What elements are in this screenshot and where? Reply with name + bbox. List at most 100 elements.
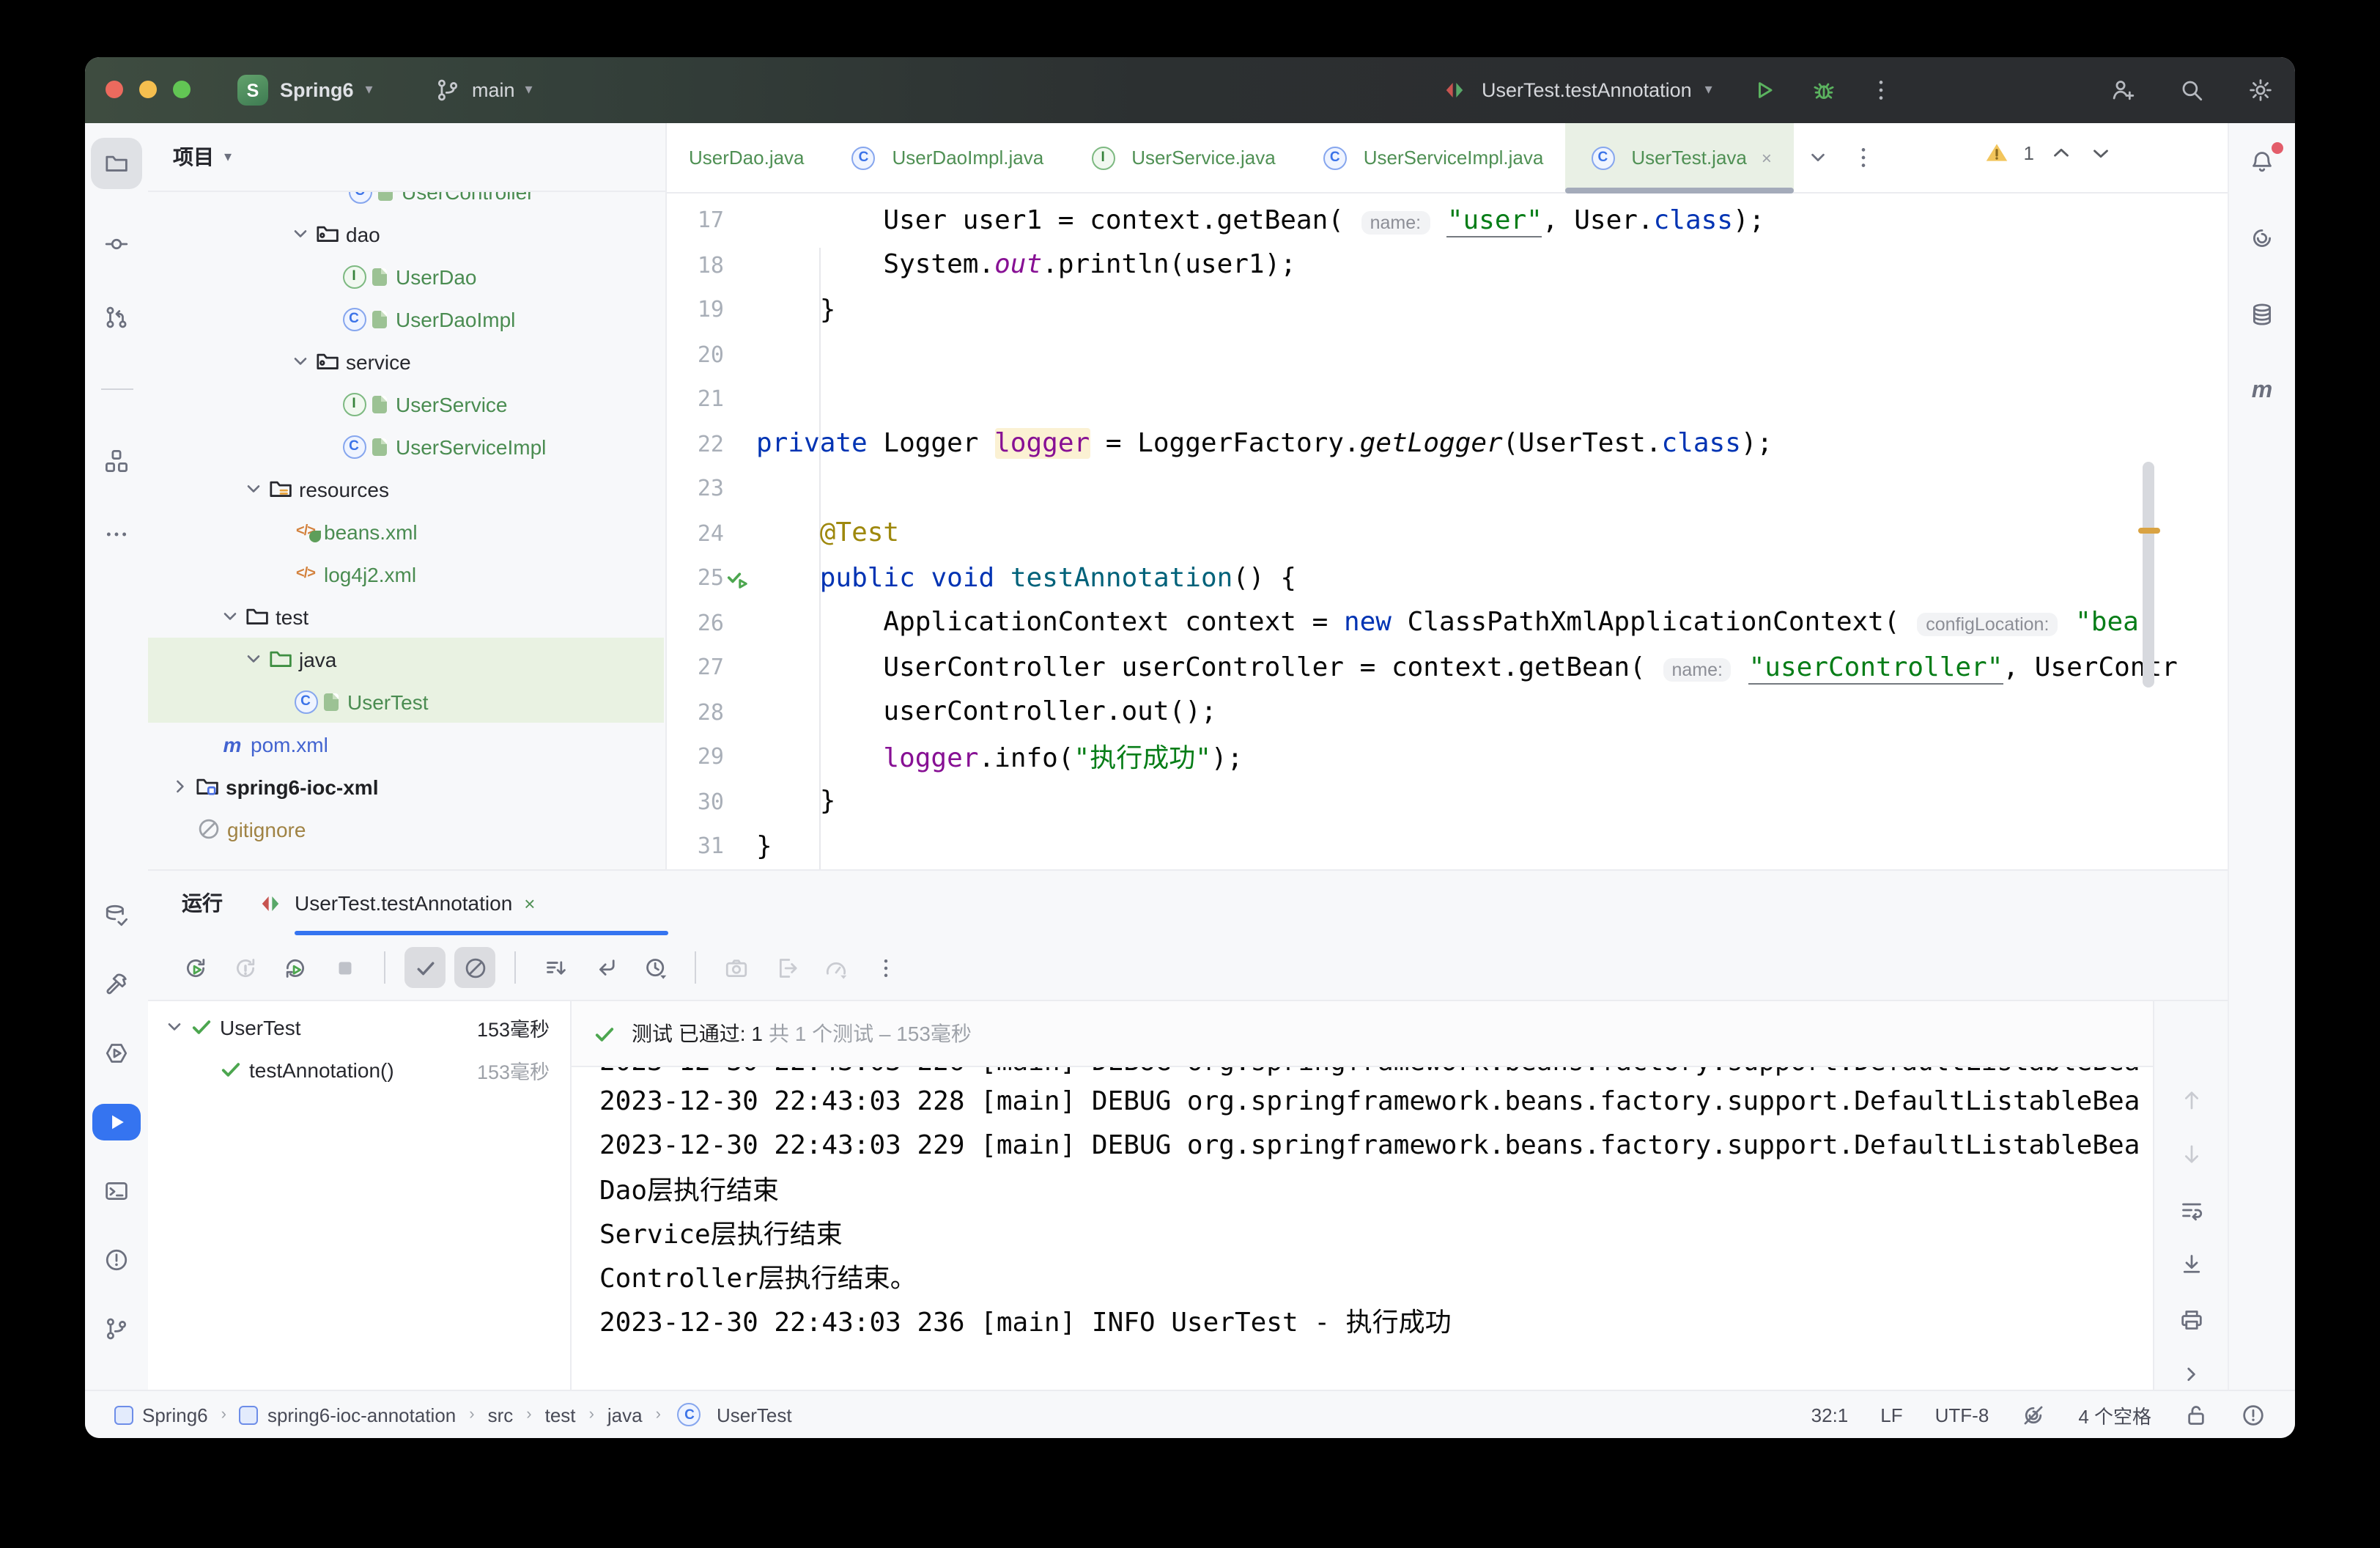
tree-item-userdaoimpl[interactable]: CUserDaoImpl (148, 298, 664, 340)
tree-item-test[interactable]: test (148, 595, 664, 638)
database-icon[interactable] (2244, 296, 2280, 333)
code-line[interactable]: 24 @Test (667, 511, 2228, 556)
code-line[interactable]: 26 ApplicationContext context = new Clas… (667, 600, 2228, 645)
close-icon[interactable]: × (524, 892, 535, 914)
code-line[interactable]: 17 User user1 = context.getBean( name: "… (667, 198, 2228, 243)
project-widget[interactable]: S Spring6 ▾ (237, 69, 373, 111)
status-32-1[interactable]: 32:1 (1811, 1404, 1849, 1426)
terminal-icon[interactable] (98, 1173, 135, 1209)
tab-usertest-java[interactable]: CUserTest.java× (1565, 123, 1794, 192)
ai-spiral-icon[interactable] (2244, 220, 2280, 257)
more-kebab-icon[interactable] (865, 947, 906, 988)
project-panel-header[interactable]: 项目 ▾ (148, 123, 665, 192)
profiler-icon[interactable] (98, 1035, 135, 1072)
tab-userserviceimpl-java[interactable]: CUserServiceImpl.java (1298, 123, 1566, 192)
breadcrumb-item-java[interactable]: java (607, 1404, 643, 1426)
breadcrumb-item-spring6[interactable]: Spring6 (114, 1404, 208, 1426)
inspections-icon[interactable] (2241, 1402, 2266, 1427)
tree-item-service[interactable]: service (148, 340, 664, 383)
tree-item-log4j2-xml[interactable]: </>log4j2.xml (148, 553, 664, 595)
code-line[interactable]: 27 UserController userController = conte… (667, 645, 2228, 690)
tab-userdao-java[interactable]: UserDao.java (667, 123, 827, 192)
structure-icon[interactable] (98, 443, 135, 479)
git-branch-icon[interactable] (98, 1311, 135, 1347)
test-row-usertest[interactable]: UserTest153毫秒 (148, 1006, 570, 1048)
tree-item-beans-xml[interactable]: </>beans.xml (148, 510, 664, 553)
rerun-icon[interactable] (174, 947, 215, 988)
status-4-[interactable]: 4 个空格 (2078, 1401, 2151, 1429)
highlight-off-icon[interactable] (2021, 1402, 2046, 1427)
code-line[interactable]: 21 (667, 377, 2228, 421)
run-play-icon[interactable] (92, 1104, 141, 1140)
chevron-down-icon[interactable] (289, 221, 312, 246)
build-hammer-icon[interactable] (98, 966, 135, 1003)
test-history-icon[interactable] (635, 947, 676, 988)
more-kebab-icon[interactable] (1851, 145, 1876, 170)
jump-to-source-icon[interactable] (585, 947, 626, 988)
breadcrumb-item-test[interactable]: test (545, 1404, 576, 1426)
breadcrumb-item-spring6-ioc-annotation[interactable]: spring6-ioc-annotation (240, 1404, 456, 1426)
code-line[interactable]: 18 System.out.println(user1); (667, 243, 2228, 287)
tab-userdaoimpl-java[interactable]: CUserDaoImpl.java (827, 123, 1066, 192)
more-horizontal-icon[interactable] (98, 516, 135, 553)
run-test-gutter-icon[interactable] (725, 566, 750, 591)
maven-m-icon[interactable]: m (2244, 372, 2280, 409)
branch-widget[interactable]: main ▾ (432, 69, 533, 111)
code-line[interactable]: 29 logger.info("执行成功"); (667, 734, 2228, 779)
run-button[interactable] (1749, 75, 1778, 105)
prev-problem-chevron-icon[interactable] (2049, 141, 2074, 166)
services-icon[interactable] (98, 897, 135, 934)
commit-icon[interactable] (98, 226, 135, 262)
code-line[interactable]: 28 userController.out(); (667, 690, 2228, 734)
problems-icon[interactable] (98, 1242, 135, 1278)
show-passed-icon[interactable] (404, 947, 446, 988)
tree-item-java[interactable]: java (148, 638, 664, 680)
more-actions-kebab-icon[interactable] (1866, 75, 1896, 105)
code-editor[interactable]: 17 User user1 = context.getBean( name: "… (667, 192, 2228, 869)
notifications-bell-icon[interactable] (2244, 144, 2280, 180)
code-line[interactable]: 20 (667, 332, 2228, 377)
tab-userservice-java[interactable]: IUserService.java (1065, 123, 1298, 192)
unlock-icon[interactable] (2184, 1402, 2209, 1427)
rerun-auto-icon[interactable] (274, 947, 315, 988)
chevron-down-icon[interactable] (218, 604, 242, 629)
next-problem-chevron-icon[interactable] (2088, 141, 2113, 166)
test-row-testannotation-[interactable]: testAnnotation()153毫秒 (148, 1048, 570, 1091)
tree-item-usercontroller[interactable]: CUserController (148, 192, 664, 213)
debug-button[interactable] (1809, 75, 1838, 105)
tree-item-spring6-ioc-xml[interactable]: spring6-ioc-xml (148, 765, 664, 808)
add-user-icon[interactable] (2107, 75, 2137, 105)
tree-item-pom-xml[interactable]: mpom.xml (148, 723, 664, 765)
breadcrumb-item-usertest[interactable]: CUserTest (674, 1402, 792, 1427)
close-window-button[interactable] (106, 81, 123, 98)
print-icon[interactable] (2173, 1305, 2209, 1335)
chevron-right-icon[interactable] (169, 774, 192, 799)
warning-stripe-mark[interactable] (2138, 528, 2160, 534)
run-tab[interactable]: UserTest.testAnnotation × (258, 871, 535, 935)
chevron-down-icon[interactable] (289, 349, 312, 374)
close-icon[interactable]: × (1762, 147, 1772, 168)
status-lf[interactable]: LF (1880, 1404, 1902, 1426)
search-icon[interactable] (2176, 75, 2206, 105)
code-line[interactable]: 22private Logger logger = LoggerFactory.… (667, 421, 2228, 466)
show-skipped-icon[interactable] (454, 947, 495, 988)
tree-item-resources[interactable]: resources (148, 468, 664, 510)
tree-item-userdao[interactable]: IUserDao (148, 255, 664, 298)
minimize-window-button[interactable] (139, 81, 157, 98)
collapse-chevron-icon[interactable] (2173, 1360, 2209, 1390)
scroll-to-end-icon[interactable] (2173, 1250, 2209, 1280)
code-line[interactable]: 19 } (667, 287, 2228, 332)
console-output[interactable]: 2023-12-30 22:43:03 226 [main] DEBUG org… (572, 1067, 2153, 1390)
run-configuration-name[interactable]: UserTest.testAnnotation (1482, 79, 1692, 101)
soft-wrap-icon[interactable] (2173, 1195, 2209, 1225)
chevron-down-icon[interactable] (242, 646, 265, 671)
status-utf-8[interactable]: UTF-8 (1935, 1404, 1989, 1426)
tree-item-usertest[interactable]: CUserTest (148, 680, 664, 723)
code-line[interactable]: 23 (667, 466, 2228, 511)
editor-scrollbar[interactable] (2143, 462, 2154, 688)
code-line[interactable]: 30 } (667, 779, 2228, 824)
sort-lines-icon[interactable] (535, 947, 576, 988)
tree-item-userservice[interactable]: IUserService (148, 383, 664, 425)
project-folder-icon[interactable] (91, 138, 142, 189)
zoom-window-button[interactable] (173, 81, 191, 98)
